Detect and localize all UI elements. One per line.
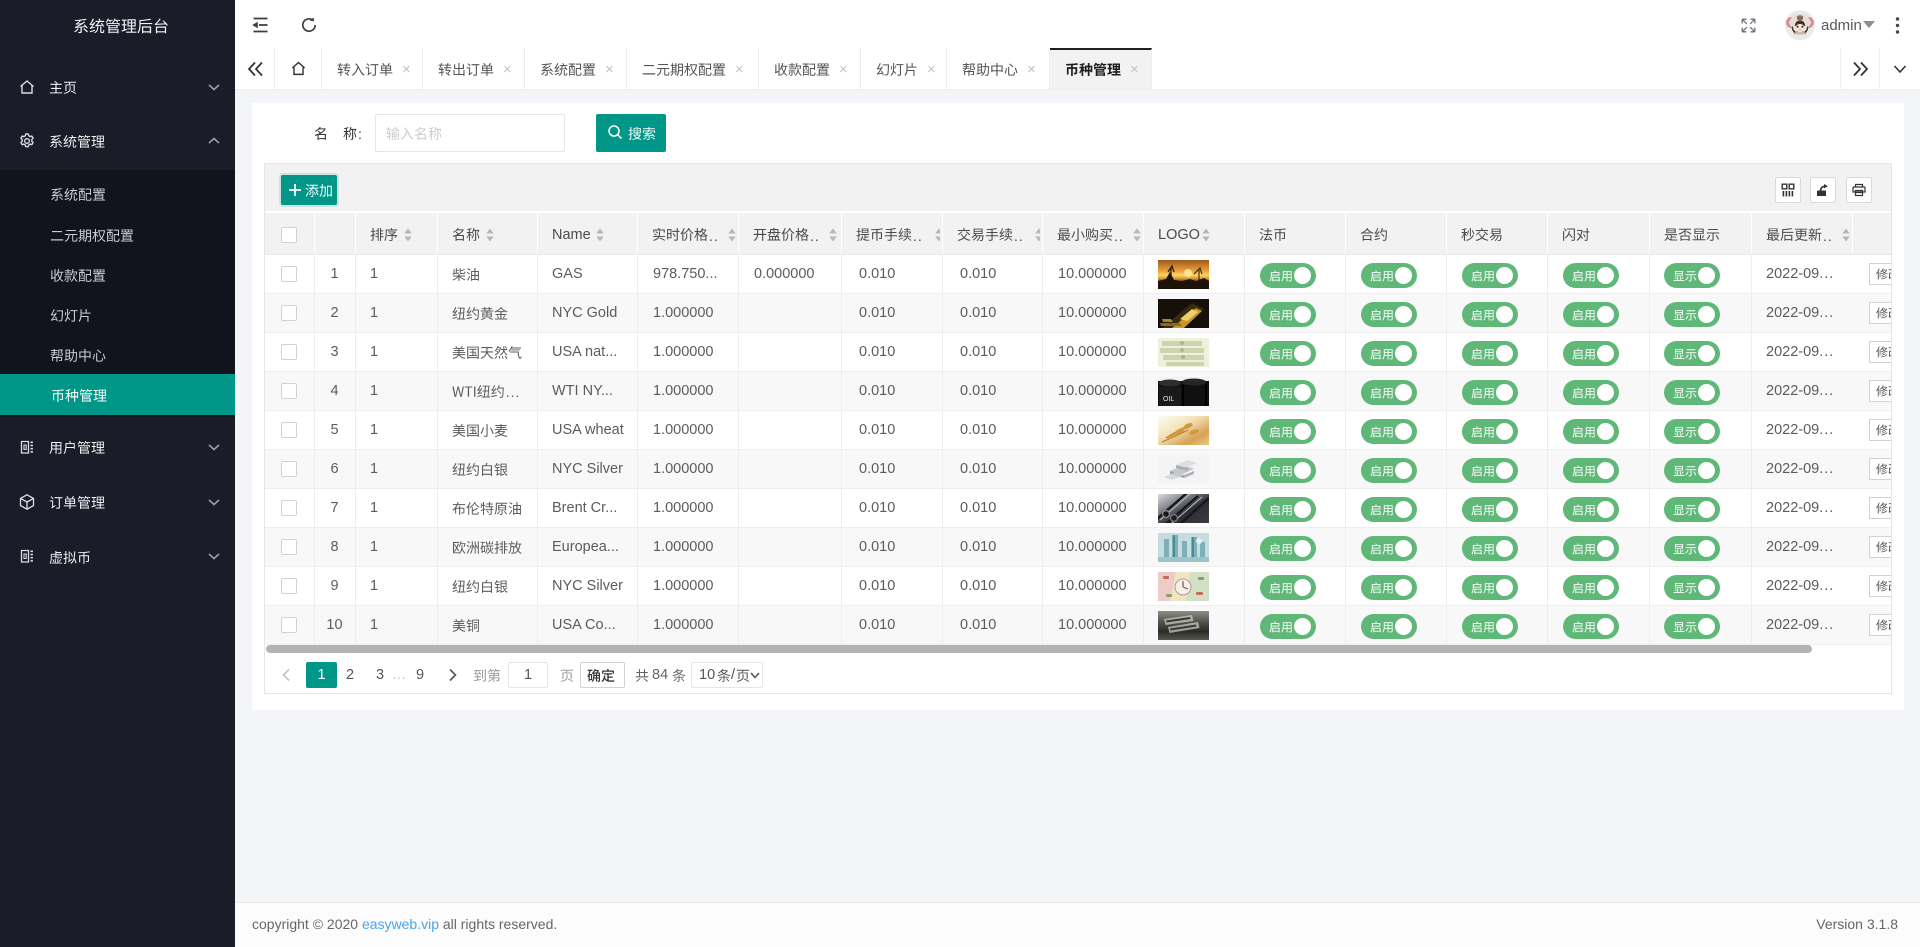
svg-text:OIL: OIL [1163,396,1174,403]
